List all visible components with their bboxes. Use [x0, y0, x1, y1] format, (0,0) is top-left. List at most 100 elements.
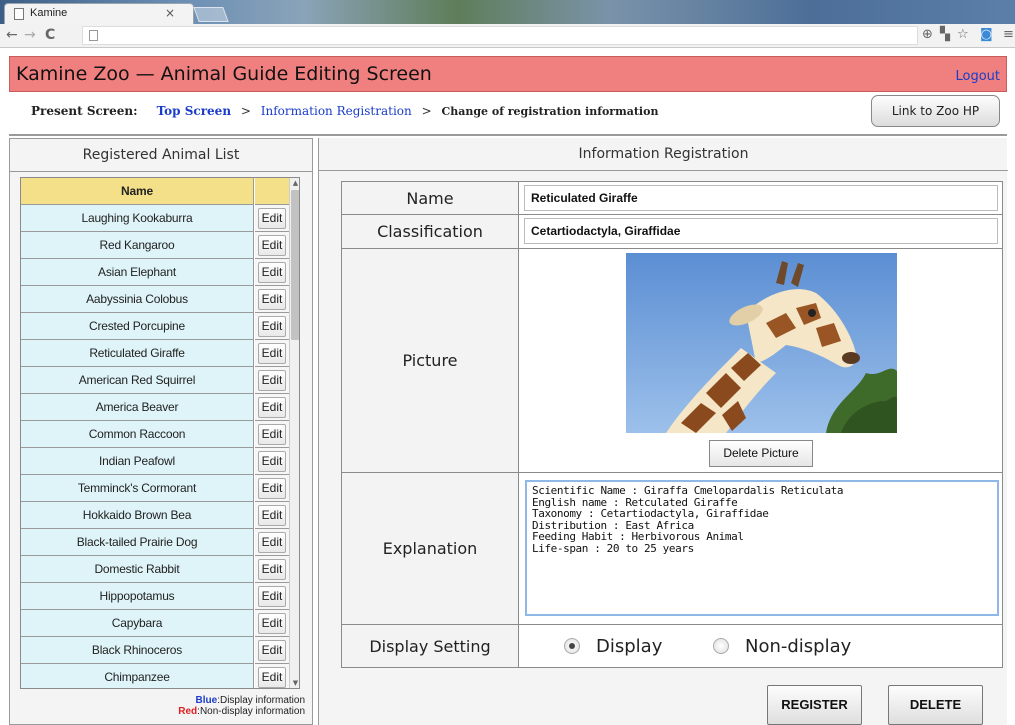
- non-display-radio[interactable]: [713, 638, 729, 654]
- edit-button[interactable]: Edit: [257, 532, 287, 553]
- non-display-option[interactable]: Non-display: [713, 625, 851, 667]
- address-bar[interactable]: [82, 26, 918, 45]
- edit-button[interactable]: Edit: [257, 424, 287, 445]
- display-setting-label: Display Setting: [342, 625, 519, 667]
- information-registration-panel: Information Registration Name Reticulate…: [318, 138, 1008, 725]
- camera-icon[interactable]: ◙: [980, 27, 993, 42]
- animal-name: Hippopotamus: [21, 583, 254, 610]
- reload-icon[interactable]: C: [45, 27, 55, 43]
- table-row: Temminck's Cormorant Edit: [21, 475, 289, 502]
- scrollbar[interactable]: ▲ ▼: [289, 178, 299, 688]
- giraffe-picture: [626, 253, 897, 433]
- breadcrumb: Present Screen: Top Screen > Information…: [31, 104, 658, 118]
- delete-picture-button[interactable]: Delete Picture: [709, 440, 813, 467]
- forward-icon[interactable]: →: [24, 27, 36, 43]
- table-row: Asian Elephant Edit: [21, 259, 289, 286]
- edit-cell: Edit: [255, 313, 289, 340]
- delete-button[interactable]: DELETE: [888, 685, 983, 725]
- edit-button[interactable]: Edit: [257, 613, 287, 634]
- edit-button[interactable]: Edit: [257, 262, 287, 283]
- form-row-picture: Picture Delete Picture: [342, 249, 1002, 473]
- non-display-option-label: Non-display: [745, 635, 852, 657]
- display-option[interactable]: Display: [564, 625, 662, 667]
- edit-button[interactable]: Edit: [257, 208, 287, 229]
- animal-name: America Beaver: [21, 394, 254, 421]
- edit-cell: Edit: [255, 610, 289, 637]
- column-header-edit: [255, 178, 289, 205]
- breadcrumb-current: Change of registration information: [441, 105, 659, 118]
- classification-input[interactable]: Cetartiodactyla, Giraffidae: [524, 218, 998, 244]
- edit-button[interactable]: Edit: [257, 559, 287, 580]
- breadcrumb-information-registration[interactable]: Information Registration: [261, 104, 412, 118]
- animal-list-table: Name Laughing Kookaburra Edit Red Kangaroo…: [20, 177, 300, 689]
- display-radio[interactable]: [564, 638, 580, 654]
- new-tab-button[interactable]: [193, 7, 229, 22]
- tab-title: Kamine: [30, 7, 68, 19]
- table-row: Hokkaido Brown Bea Edit: [21, 502, 289, 529]
- translate-icon[interactable]: ▚: [940, 27, 950, 42]
- picture-label: Picture: [342, 249, 519, 472]
- edit-button[interactable]: Edit: [257, 397, 287, 418]
- star-icon[interactable]: ☆: [957, 27, 969, 42]
- table-row: Common Raccoon Edit: [21, 421, 289, 448]
- edit-button[interactable]: Edit: [257, 451, 287, 472]
- form-row-explanation: Explanation Scientific Name : Giraffa Cm…: [342, 473, 1002, 625]
- table-row: Chimpanzee Edit: [21, 664, 289, 688]
- breadcrumb-separator: >: [240, 104, 251, 118]
- edit-button[interactable]: Edit: [257, 343, 287, 364]
- menu-icon[interactable]: ≡: [1003, 27, 1014, 42]
- edit-button[interactable]: Edit: [257, 478, 287, 499]
- logout-link[interactable]: Logout: [955, 69, 1000, 84]
- registered-animal-panel: Registered Animal List Name Laughing Koo…: [9, 138, 313, 725]
- table-row: Crested Porcupine Edit: [21, 313, 289, 340]
- animal-name: Asian Elephant: [21, 259, 254, 286]
- edit-button[interactable]: Edit: [257, 505, 287, 526]
- name-input[interactable]: Reticulated Giraffe: [524, 185, 998, 211]
- edit-button[interactable]: Edit: [257, 667, 287, 688]
- table-header-row: Name: [21, 178, 289, 205]
- edit-button[interactable]: Edit: [257, 235, 287, 256]
- animal-name: Temminck's Cormorant: [21, 475, 254, 502]
- edit-cell: Edit: [255, 475, 289, 502]
- page-title: Kamine Zoo — Animal Guide Editing Screen: [16, 63, 432, 85]
- explanation-cell: Scientific Name : Giraffa Cmelopardalis …: [520, 473, 1002, 624]
- zoom-icon[interactable]: ⊕: [922, 27, 933, 42]
- edit-cell: Edit: [255, 232, 289, 259]
- browser-tab-bar: Kamine ×: [0, 0, 1015, 24]
- column-header-name: Name: [21, 178, 254, 205]
- registration-form: Name Reticulated Giraffe Classification …: [341, 181, 1003, 668]
- table-row: Laughing Kookaburra Edit: [21, 205, 289, 232]
- edit-cell: Edit: [255, 664, 289, 688]
- table-row: Indian Peafowl Edit: [21, 448, 289, 475]
- edit-cell: Edit: [255, 637, 289, 664]
- edit-button[interactable]: Edit: [257, 586, 287, 607]
- table-row: Black-tailed Prairie Dog Edit: [21, 529, 289, 556]
- edit-button[interactable]: Edit: [257, 640, 287, 661]
- edit-button[interactable]: Edit: [257, 370, 287, 391]
- browser-tab[interactable]: Kamine ×: [4, 3, 194, 24]
- edit-button[interactable]: Edit: [257, 316, 287, 337]
- animal-name: Indian Peafowl: [21, 448, 254, 475]
- scroll-up-icon[interactable]: ▲: [290, 178, 299, 188]
- edit-cell: Edit: [255, 556, 289, 583]
- breadcrumb-top-screen[interactable]: Top Screen: [157, 104, 231, 118]
- link-to-zoo-hp-button[interactable]: Link to Zoo HP: [871, 95, 1000, 127]
- edit-cell: Edit: [255, 205, 289, 232]
- table-row: American Red Squirrel Edit: [21, 367, 289, 394]
- scroll-down-icon[interactable]: ▼: [290, 678, 299, 688]
- app-header: Kamine Zoo — Animal Guide Editing Screen…: [9, 56, 1007, 92]
- panel-title: Registered Animal List: [82, 147, 240, 163]
- explanation-textarea[interactable]: Scientific Name : Giraffa Cmelopardalis …: [525, 480, 999, 616]
- scroll-thumb[interactable]: [291, 190, 299, 340]
- edit-cell: Edit: [255, 340, 289, 367]
- edit-button[interactable]: Edit: [257, 289, 287, 310]
- back-icon[interactable]: ←: [6, 27, 18, 43]
- name-label: Name: [342, 182, 519, 214]
- animal-name: Crested Porcupine: [21, 313, 254, 340]
- animal-name: Black Rhinoceros: [21, 637, 254, 664]
- page-icon: [89, 30, 98, 41]
- animal-name: Laughing Kookaburra: [21, 205, 254, 232]
- close-icon[interactable]: ×: [165, 6, 175, 20]
- register-button[interactable]: REGISTER: [767, 685, 862, 725]
- edit-cell: Edit: [255, 259, 289, 286]
